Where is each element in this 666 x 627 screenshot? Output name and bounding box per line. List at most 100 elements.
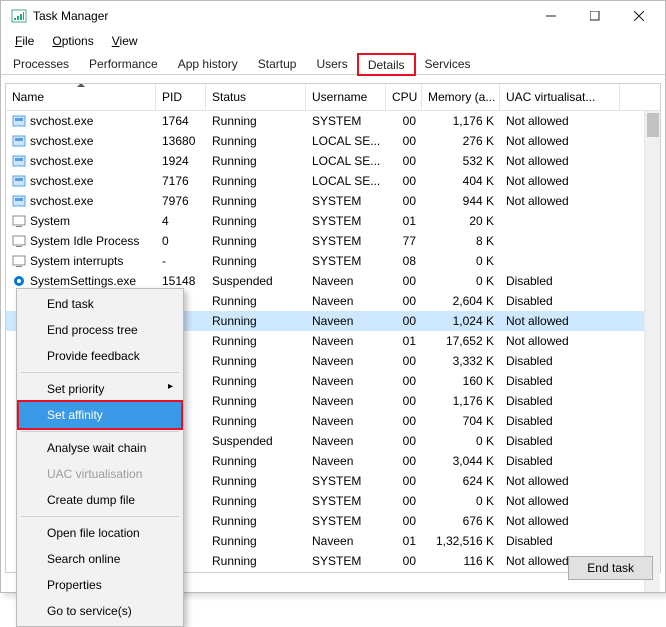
memory: 624 K <box>422 471 500 491</box>
uac <box>500 251 620 271</box>
process-icon <box>12 114 26 128</box>
titlebar[interactable]: Task Manager <box>1 1 665 31</box>
cpu: 00 <box>386 111 422 131</box>
cpu: 00 <box>386 511 422 531</box>
username: Naveen <box>306 271 386 291</box>
table-row[interactable]: svchost.exe1924RunningLOCAL SE...00532 K… <box>6 151 660 171</box>
status: Running <box>206 391 306 411</box>
process-name: svchost.exe <box>30 174 93 188</box>
memory: 944 K <box>422 191 500 211</box>
status: Running <box>206 471 306 491</box>
username: Naveen <box>306 451 386 471</box>
scrollbar-thumb[interactable] <box>647 113 659 137</box>
column-headers: NamePIDStatusUsernameCPUMemory (a...UAC … <box>6 84 660 111</box>
process-icon <box>12 194 26 208</box>
menu-options[interactable]: Options <box>44 32 101 50</box>
status: Suspended <box>206 271 306 291</box>
table-row[interactable]: svchost.exe13680RunningLOCAL SE...00276 … <box>6 131 660 151</box>
memory: 2,604 K <box>422 291 500 311</box>
username: SYSTEM <box>306 191 386 211</box>
pid: 1764 <box>156 111 206 131</box>
minimize-button[interactable] <box>529 1 573 31</box>
uac: Disabled <box>500 291 620 311</box>
uac: Disabled <box>500 271 620 291</box>
menu-item-open-file-location[interactable]: Open file location <box>19 520 181 546</box>
menu-item-end-process-tree[interactable]: End process tree <box>19 317 181 343</box>
uac: Not allowed <box>500 491 620 511</box>
end-task-button[interactable]: End task <box>568 556 653 580</box>
pid: - <box>156 251 206 271</box>
menu-item-search-online[interactable]: Search online <box>19 546 181 572</box>
column-header[interactable]: Status <box>206 84 306 110</box>
menu-view[interactable]: View <box>104 32 146 50</box>
pid: 13680 <box>156 131 206 151</box>
cpu: 00 <box>386 551 422 571</box>
menu-item-set-priority[interactable]: Set priority <box>19 376 181 402</box>
table-row[interactable]: System interrupts-RunningSYSTEM080 K <box>6 251 660 271</box>
uac: Disabled <box>500 431 620 451</box>
cpu: 00 <box>386 371 422 391</box>
table-row[interactable]: System4RunningSYSTEM0120 K <box>6 211 660 231</box>
tab-services[interactable]: Services <box>415 53 481 74</box>
table-row[interactable]: svchost.exe1764RunningSYSTEM001,176 KNot… <box>6 111 660 131</box>
menu-item-properties[interactable]: Properties <box>19 572 181 598</box>
menu-item-analyse-wait-chain[interactable]: Analyse wait chain <box>19 435 181 461</box>
cpu: 00 <box>386 151 422 171</box>
memory: 1,176 K <box>422 111 500 131</box>
status: Running <box>206 311 306 331</box>
tab-startup[interactable]: Startup <box>248 53 307 74</box>
memory: 0 K <box>422 251 500 271</box>
table-row[interactable]: System Idle Process0RunningSYSTEM778 K <box>6 231 660 251</box>
menu-item-go-to-service-s-[interactable]: Go to service(s) <box>19 598 181 624</box>
cpu: 00 <box>386 471 422 491</box>
memory: 0 K <box>422 271 500 291</box>
process-name: System <box>30 214 70 228</box>
status: Running <box>206 531 306 551</box>
memory: 160 K <box>422 371 500 391</box>
uac: Disabled <box>500 451 620 471</box>
username: Naveen <box>306 371 386 391</box>
cpu: 08 <box>386 251 422 271</box>
process-icon <box>12 154 26 168</box>
uac: Not allowed <box>500 471 620 491</box>
uac: Not allowed <box>500 131 620 151</box>
column-header[interactable]: Username <box>306 84 386 110</box>
pid: 0 <box>156 231 206 251</box>
username: Naveen <box>306 531 386 551</box>
uac: Not allowed <box>500 151 620 171</box>
vertical-scrollbar[interactable] <box>644 111 660 592</box>
table-row[interactable]: svchost.exe7176RunningLOCAL SE...00404 K… <box>6 171 660 191</box>
username: SYSTEM <box>306 491 386 511</box>
cpu: 00 <box>386 291 422 311</box>
memory: 17,652 K <box>422 331 500 351</box>
cpu: 01 <box>386 331 422 351</box>
column-header[interactable]: CPU <box>386 84 422 110</box>
column-header[interactable]: Name <box>6 84 156 110</box>
uac: Disabled <box>500 531 620 551</box>
menu-item-set-affinity[interactable]: Set affinity <box>19 402 181 428</box>
tab-app-history[interactable]: App history <box>168 53 248 74</box>
column-header[interactable]: Memory (a... <box>422 84 500 110</box>
tab-performance[interactable]: Performance <box>79 53 168 74</box>
menu-item-provide-feedback[interactable]: Provide feedback <box>19 343 181 369</box>
table-row[interactable]: svchost.exe7976RunningSYSTEM00944 KNot a… <box>6 191 660 211</box>
cpu: 00 <box>386 411 422 431</box>
close-button[interactable] <box>617 1 661 31</box>
status: Running <box>206 191 306 211</box>
memory: 116 K <box>422 551 500 571</box>
column-header[interactable]: PID <box>156 84 206 110</box>
memory: 1,32,516 K <box>422 531 500 551</box>
menu-item-end-task[interactable]: End task <box>19 291 181 317</box>
tab-users[interactable]: Users <box>306 53 357 74</box>
tab-processes[interactable]: Processes <box>3 53 79 74</box>
menu-separator <box>21 516 179 517</box>
column-header[interactable]: UAC virtualisat... <box>500 84 620 110</box>
menu-file[interactable]: File <box>7 32 42 50</box>
maximize-button[interactable] <box>573 1 617 31</box>
menu-item-create-dump-file[interactable]: Create dump file <box>19 487 181 513</box>
tab-details[interactable]: Details <box>358 54 415 75</box>
uac: Disabled <box>500 351 620 371</box>
status: Running <box>206 351 306 371</box>
status: Running <box>206 231 306 251</box>
cpu: 00 <box>386 431 422 451</box>
